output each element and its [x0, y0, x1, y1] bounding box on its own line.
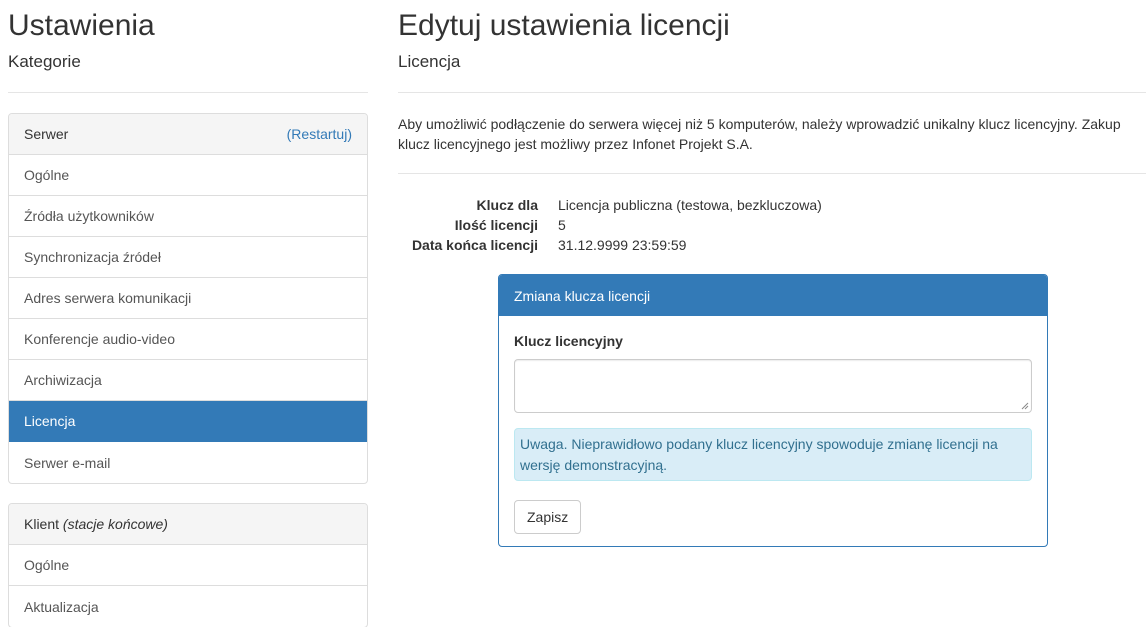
sidebar-item-general[interactable]: Ogólne [9, 155, 367, 196]
info-row-license-count: Ilość licencji 5 [398, 215, 998, 235]
license-info: Klucz dla Licencja publiczna (testowa, b… [398, 195, 998, 255]
sidebar-item-source-sync[interactable]: Synchronizacja źródeł [9, 237, 367, 278]
resize-handle-icon[interactable] [1021, 402, 1029, 410]
sidebar-item-audio-video[interactable]: Konferencje audio-video [9, 319, 367, 360]
info-row-key-for: Klucz dla Licencja publiczna (testowa, b… [398, 195, 998, 215]
info-value: 5 [558, 217, 566, 233]
client-panel-title: Klient (stacje końcowe) [24, 516, 168, 532]
sidebar-item-user-sources[interactable]: Źródła użytkowników [9, 196, 367, 237]
page-subtitle: Licencja [398, 52, 461, 71]
sidebar-item-client-update[interactable]: Aktualizacja [9, 586, 367, 627]
sidebar-subtitle: Kategorie [8, 52, 81, 71]
client-panel-heading: Klient (stacje końcowe) [9, 504, 367, 545]
main-divider-top [398, 92, 1146, 93]
server-settings-panel: Serwer (Restartuj) Ogólne Źródła użytkow… [8, 113, 368, 484]
sidebar-item-archiving[interactable]: Archiwizacja [9, 360, 367, 401]
change-license-key-panel: Zmiana klucza licencji Klucz licencyjny … [498, 274, 1048, 547]
info-value: 31.12.9999 23:59:59 [558, 237, 687, 253]
client-panel-title-text: Klient [24, 516, 60, 532]
sidebar-divider [8, 92, 368, 93]
client-panel-note: (stacje końcowe) [62, 516, 168, 532]
sidebar-item-license[interactable]: Licencja [9, 401, 367, 442]
restart-server-link[interactable]: (Restartuj) [287, 126, 352, 142]
server-panel-heading: Serwer (Restartuj) [9, 114, 367, 155]
license-warning-alert: Uwaga. Nieprawidłowo podany klucz licenc… [514, 428, 1032, 481]
sidebar-item-communication-server[interactable]: Adres serwera komunikacji [9, 278, 367, 319]
info-label: Klucz dla [476, 197, 538, 213]
save-button[interactable]: Zapisz [514, 500, 582, 534]
info-label: Ilość licencji [454, 217, 538, 233]
change-license-key-heading: Zmiana klucza licencji [499, 275, 1047, 316]
client-settings-panel: Klient (stacje końcowe) Ogólne Aktualiza… [8, 503, 368, 627]
change-license-key-body: Klucz licencyjny Uwaga. Nieprawidłowo po… [499, 316, 1047, 546]
sidebar-item-client-general[interactable]: Ogólne [9, 545, 367, 586]
page-title: Edytuj ustawienia licencji [398, 9, 730, 42]
license-description: Aby umożliwić podłączenie do serwera wię… [398, 116, 1121, 152]
info-value: Licencja publiczna (testowa, bezkluczowa… [558, 197, 822, 213]
info-row-end-date: Data końca licencji 31.12.9999 23:59:59 [398, 235, 998, 255]
info-label: Data końca licencji [411, 237, 538, 253]
license-key-label: Klucz licencyjny [514, 333, 623, 349]
sidebar-item-email-server[interactable]: Serwer e-mail [9, 442, 367, 483]
license-key-textarea[interactable] [514, 359, 1032, 413]
sidebar-title: Ustawienia [8, 9, 155, 42]
server-panel-title: Serwer [24, 126, 69, 142]
main-divider-bottom [398, 173, 1146, 174]
